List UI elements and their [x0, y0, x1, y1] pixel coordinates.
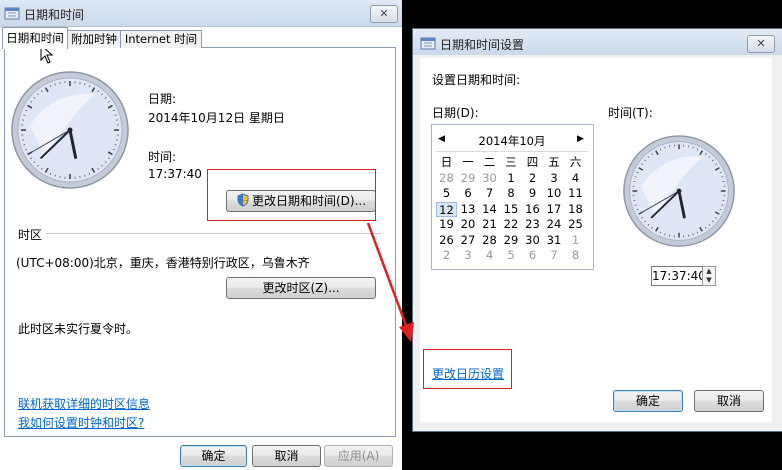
red-annotation-arrow: [366, 222, 414, 342]
tab-date-time[interactable]: 日期和时间: [2, 27, 68, 49]
